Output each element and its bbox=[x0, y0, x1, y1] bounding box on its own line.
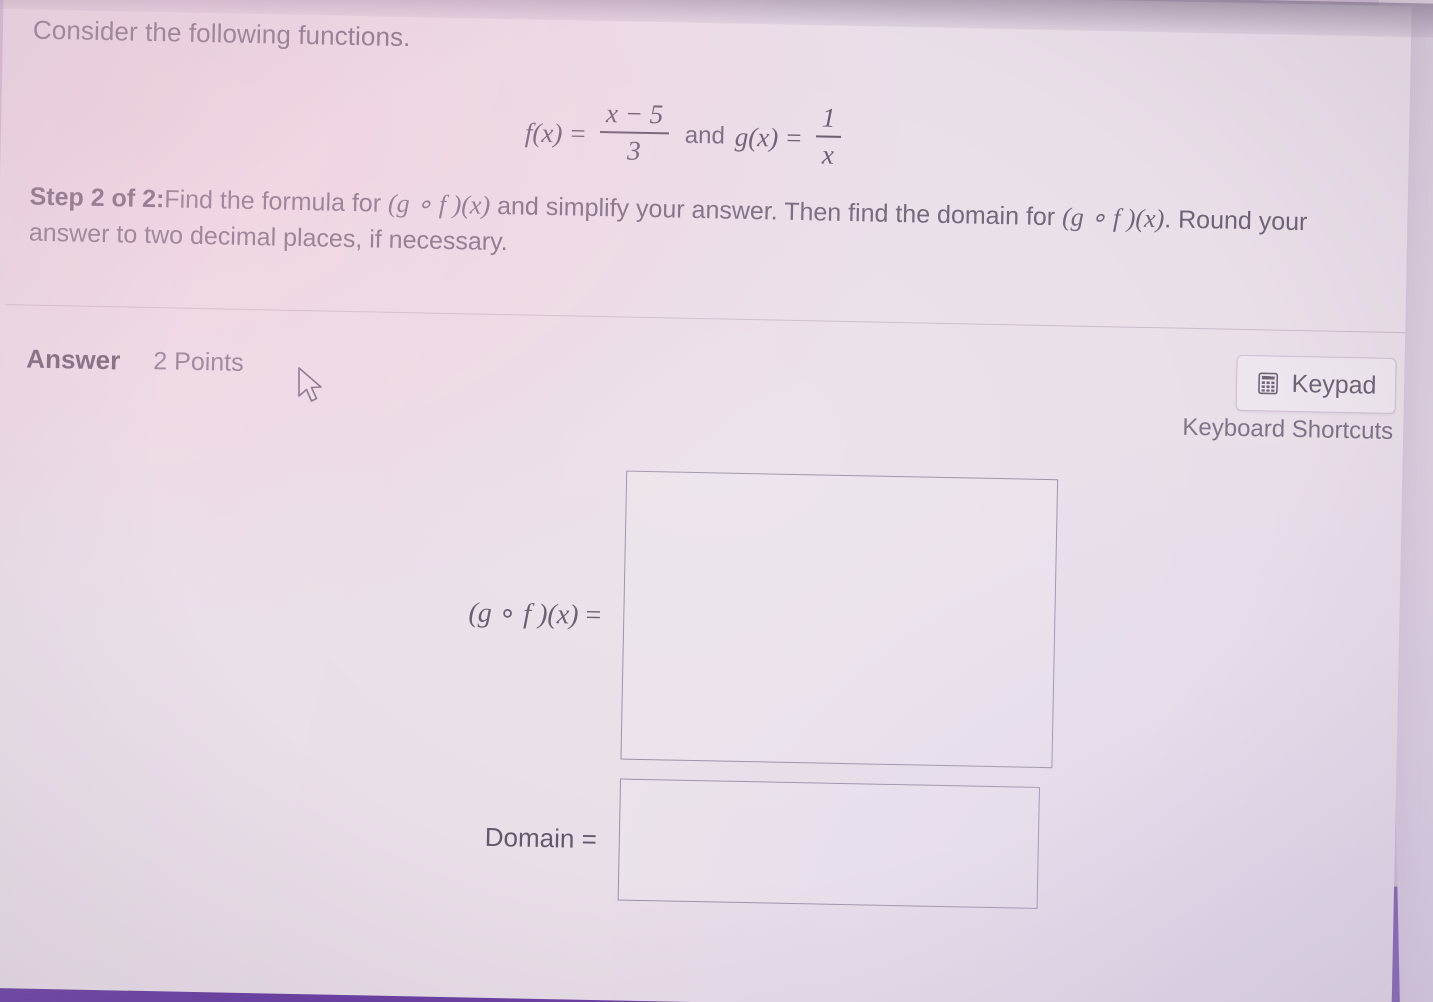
equals-sign-g: = bbox=[786, 122, 802, 153]
question-card: Consider the following functions. f (x) =… bbox=[0, 0, 1412, 1002]
fraction-g-denominator: x bbox=[821, 139, 835, 170]
points-value: 2 Points bbox=[153, 347, 244, 377]
composition-answer-row: (g ∘ f )(x) = bbox=[428, 467, 1059, 769]
domain-label-text: Domain bbox=[484, 821, 575, 854]
label-paren-close: )(x) bbox=[530, 598, 579, 631]
composition-ring-icon: ∘ bbox=[498, 597, 517, 629]
function-f-arg: (x) bbox=[532, 117, 563, 148]
step-label: Step 2 of 2: bbox=[29, 182, 165, 214]
keyboard-shortcuts-link[interactable]: Keyboard Shortcuts bbox=[1171, 414, 1393, 446]
function-definitions: f (x) = x − 5 3 and g (x) = 1 x bbox=[0, 88, 1371, 183]
step-instructions: Step 2 of 2:Find the formula for (g ∘ f … bbox=[29, 179, 1370, 278]
step-composition-2: (g ∘ f )(x) bbox=[1061, 202, 1165, 234]
calculator-keypad-icon bbox=[1255, 371, 1279, 395]
domain-label-equals: = bbox=[581, 823, 598, 854]
domain-answer-input[interactable] bbox=[617, 778, 1040, 909]
step-composition-1: (g ∘ f )(x) bbox=[387, 188, 491, 220]
label-g: g bbox=[477, 597, 493, 629]
label-equals: = bbox=[585, 599, 602, 631]
fraction-f: x − 5 3 bbox=[599, 98, 670, 167]
composition-answer-input[interactable] bbox=[620, 470, 1059, 769]
keypad-button[interactable]: Keypad bbox=[1235, 354, 1397, 415]
page-title: Consider the following functions. bbox=[32, 14, 411, 53]
photo-of-screen: Consider the following functions. f (x) =… bbox=[0, 0, 1433, 1002]
step-text-1: Find the formula for bbox=[164, 185, 389, 218]
fraction-f-denominator: 3 bbox=[626, 135, 641, 166]
fraction-g-numerator: 1 bbox=[821, 102, 836, 133]
fraction-f-numerator: x − 5 bbox=[605, 98, 664, 130]
screen-surface: Consider the following functions. f (x) =… bbox=[0, 0, 1412, 1002]
answer-heading: Answer bbox=[26, 343, 121, 376]
equals-sign-f: = bbox=[570, 117, 586, 149]
section-divider bbox=[5, 304, 1406, 334]
conjunction-and: and bbox=[684, 121, 726, 150]
function-g-name: g bbox=[734, 121, 749, 152]
composition-answer-label: (g ∘ f )(x) = bbox=[431, 594, 624, 632]
domain-answer-row: Domain = bbox=[426, 775, 1040, 909]
keypad-button-label: Keypad bbox=[1291, 369, 1377, 400]
domain-answer-label: Domain = bbox=[427, 820, 620, 855]
step-text-2: and simplify your answer. Then find the … bbox=[489, 191, 1063, 232]
function-g-arg: (x) bbox=[748, 121, 779, 153]
fraction-g: 1 x bbox=[815, 102, 842, 170]
